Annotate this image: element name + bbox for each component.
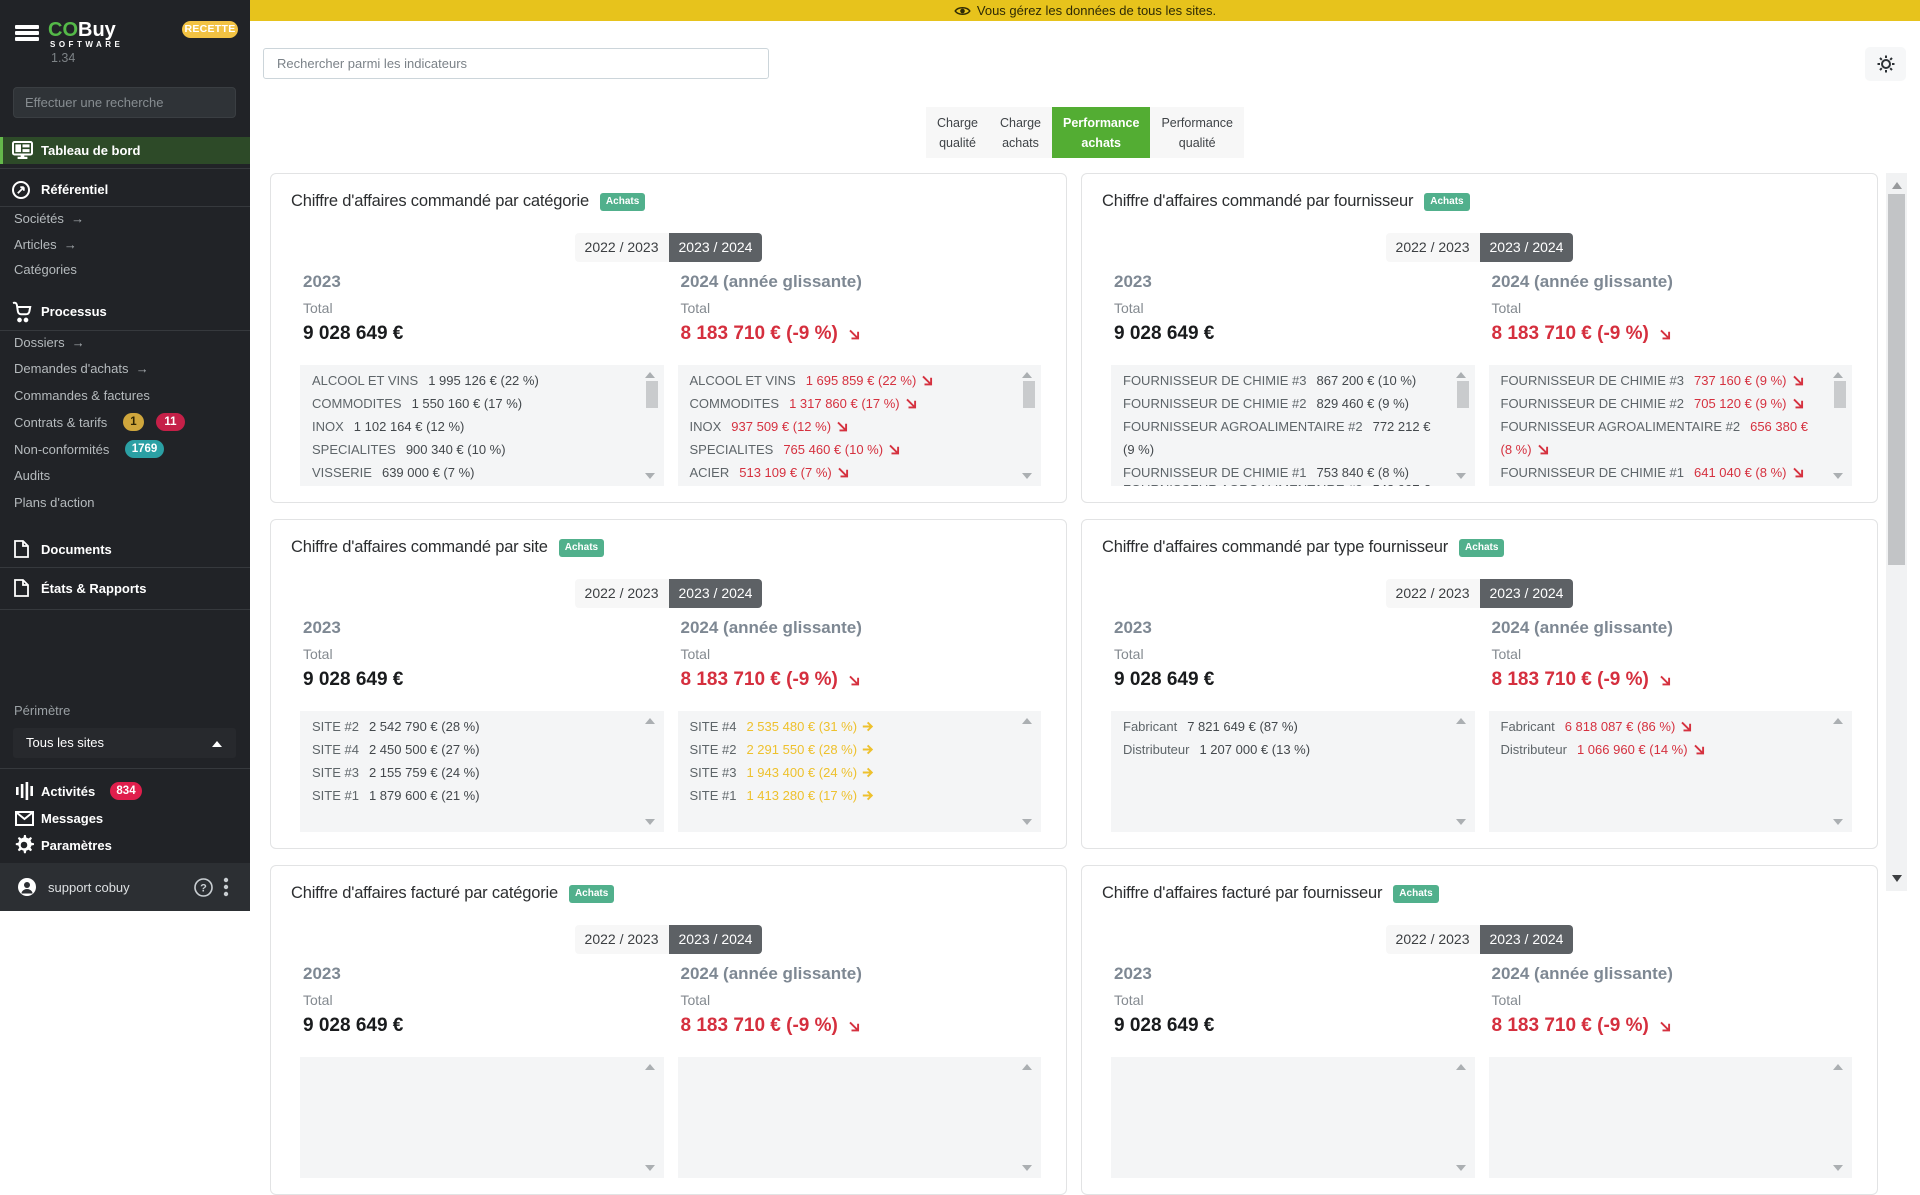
svg-text:?: ? bbox=[200, 883, 207, 895]
